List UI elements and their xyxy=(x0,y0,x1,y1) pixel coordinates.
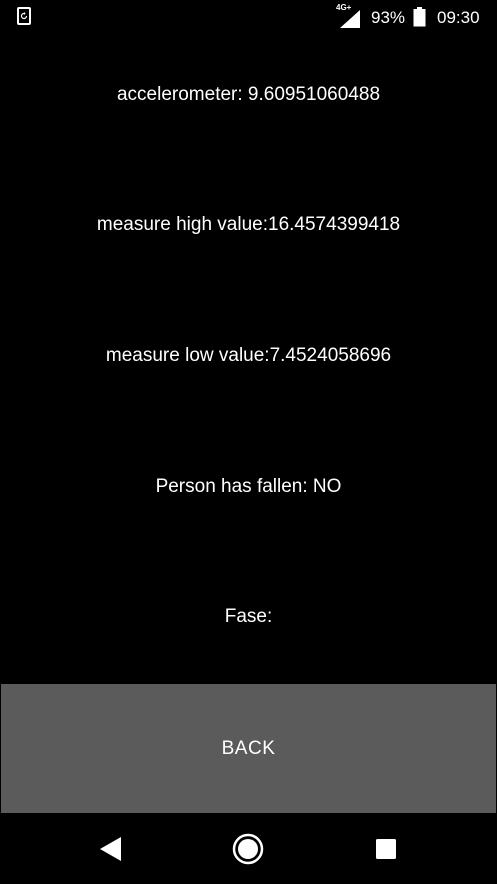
battery-icon xyxy=(413,7,426,27)
accelerometer-reading: accelerometer: 9.60951060488 xyxy=(116,84,381,105)
battery-percent: 93% xyxy=(371,8,406,27)
nav-home-button[interactable] xyxy=(208,813,288,884)
back-triangle-icon xyxy=(100,836,121,861)
measure-high-reading: measure high value:16.4574399418 xyxy=(96,214,401,235)
back-button[interactable]: BACK xyxy=(1,684,496,813)
fase-label: Fase: xyxy=(224,606,273,627)
nav-recents-button[interactable] xyxy=(346,813,426,884)
signal-icon: 4G+ xyxy=(336,4,362,28)
recents-square-icon xyxy=(376,838,396,859)
navigation-bar xyxy=(0,813,497,884)
measure-low-reading: measure low value:7.4524058696 xyxy=(105,345,392,366)
person-fallen-status: Person has fallen: NO xyxy=(155,476,342,497)
nav-back-button[interactable] xyxy=(71,813,151,884)
app-notification-icon xyxy=(17,7,31,25)
status-bar: 4G+ 93% 09:30 xyxy=(0,0,497,36)
home-circle-icon xyxy=(232,833,264,864)
status-time: 09:30 xyxy=(437,8,480,27)
